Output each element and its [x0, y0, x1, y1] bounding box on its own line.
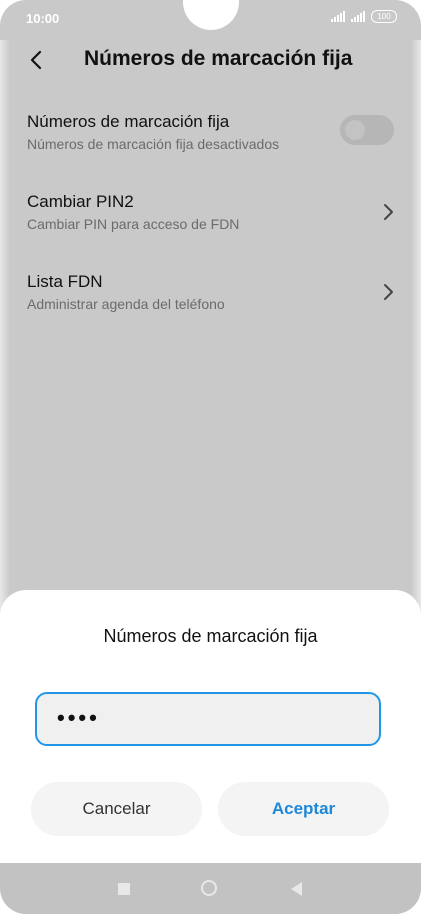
- cancel-button[interactable]: Cancelar: [31, 782, 202, 836]
- setting-change-pin2[interactable]: Cambiar PIN2 Cambiar PIN para acceso de …: [0, 192, 421, 262]
- setting-subtitle: Administrar agenda del teléfono: [27, 296, 225, 312]
- fdn-toggle-switch[interactable]: [340, 115, 394, 145]
- pin-input[interactable]: ••••: [35, 692, 381, 746]
- dialog-title: Números de marcación fija: [103, 626, 318, 646]
- back-arrow-icon[interactable]: [26, 49, 48, 71]
- setting-fdn-toggle[interactable]: Números de marcación fija Números de mar…: [0, 112, 421, 182]
- battery-icon: 100: [371, 10, 397, 23]
- setting-title: Lista FDN: [27, 272, 103, 291]
- signal-icon: [351, 11, 365, 22]
- pin-value: ••••: [57, 705, 100, 730]
- status-bar: 10:00 100: [0, 0, 421, 38]
- camera-notch: [183, 0, 239, 30]
- accept-button[interactable]: Aceptar: [218, 782, 389, 836]
- status-time: 10:00: [26, 11, 60, 26]
- setting-title: Números de marcación fija: [27, 112, 230, 131]
- setting-fdn-list[interactable]: Lista FDN Administrar agenda del teléfon…: [0, 272, 421, 342]
- chevron-right-icon: [384, 204, 393, 220]
- recents-square-icon[interactable]: [118, 883, 130, 895]
- signal-icon: [331, 11, 345, 22]
- pin2-dialog: Números de marcación fija •••• Cancelar …: [0, 590, 421, 863]
- app-bar: Números de marcación fija: [0, 40, 421, 84]
- chevron-right-icon: [384, 284, 393, 300]
- setting-title: Cambiar PIN2: [27, 192, 134, 211]
- setting-subtitle: Cambiar PIN para acceso de FDN: [27, 216, 240, 232]
- navigation-bar: [0, 863, 421, 914]
- home-circle-icon[interactable]: [201, 880, 217, 896]
- toggle-knob: [345, 120, 365, 140]
- back-triangle-icon[interactable]: [291, 882, 302, 896]
- phone-screen: 10:00 100 Números de marcación fija Núme…: [0, 0, 421, 914]
- page-title: Números de marcación fija: [84, 47, 353, 70]
- setting-subtitle: Números de marcación fija desactivados: [27, 136, 280, 152]
- status-icons: 100: [331, 10, 397, 23]
